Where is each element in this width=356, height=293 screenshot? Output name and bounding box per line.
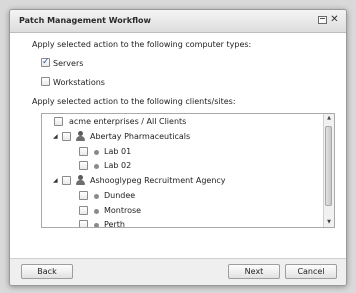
tree-item-label: Montrose (104, 206, 142, 215)
tree-item-lab-02[interactable]: Lab 02 (42, 159, 322, 173)
cancel-button[interactable]: Cancel (285, 264, 337, 279)
scroll-thumb[interactable] (325, 126, 332, 206)
site-dot-icon (94, 164, 99, 169)
tree-checkbox[interactable] (79, 161, 88, 170)
scroll-up-arrow-icon[interactable]: ▲ (324, 114, 334, 123)
computer-types-heading: Apply selected action to the following c… (32, 40, 252, 49)
clients-heading: Apply selected action to the following c… (32, 97, 236, 106)
site-dot-icon (94, 194, 99, 199)
close-icon[interactable]: ✕ (330, 15, 339, 25)
tree-item-label: Lab 02 (104, 161, 132, 170)
tree-scrollbar[interactable]: ▲ ▼ (323, 114, 334, 227)
dialog-title: Patch Management Workflow (19, 16, 151, 25)
maximize-icon[interactable] (318, 16, 327, 24)
tree-item-perth[interactable]: Perth (42, 218, 322, 228)
site-dot-icon (94, 209, 99, 214)
tree-item-dundee[interactable]: Dundee (42, 189, 322, 203)
tree-item-all-clients[interactable]: acme enterprises / All Clients (42, 115, 322, 129)
tree-item-label: acme enterprises / All Clients (69, 117, 187, 126)
tree-item-montrose[interactable]: Montrose (42, 204, 322, 218)
site-dot-icon (94, 150, 99, 155)
tree-item-abertay[interactable]: ◢ Abertay Pharmaceuticals (42, 130, 322, 144)
workstations-label[interactable]: Workstations (53, 78, 105, 87)
scroll-down-arrow-icon[interactable]: ▼ (324, 218, 334, 227)
dialog-titlebar[interactable]: Patch Management Workflow ✕ (10, 10, 346, 33)
tree-checkbox[interactable] (79, 220, 88, 227)
person-icon (76, 175, 85, 186)
patch-workflow-dialog: Patch Management Workflow ✕ Apply select… (9, 9, 347, 286)
site-dot-icon (94, 223, 99, 227)
tree-checkbox[interactable] (54, 117, 63, 126)
tree-item-label: Perth (104, 220, 125, 228)
tree-checkbox[interactable] (79, 147, 88, 156)
expand-triangle-icon[interactable]: ◢ (53, 177, 58, 184)
tree-checkbox[interactable] (62, 132, 71, 141)
servers-checkbox[interactable] (41, 57, 50, 67)
tree-item-ashooglypeg[interactable]: ◢ Ashooglypeg Recruitment Agency (42, 174, 322, 188)
expand-triangle-icon[interactable]: ◢ (53, 133, 58, 140)
person-icon (76, 131, 85, 142)
tree-checkbox[interactable] (79, 206, 88, 215)
tree-item-label: Ashooglypeg Recruitment Agency (90, 176, 226, 185)
dialog-footer: Back Next Cancel (10, 258, 346, 285)
servers-label[interactable]: Servers (53, 59, 83, 68)
tree-item-label: Dundee (104, 191, 136, 200)
tree-item-lab-01[interactable]: Lab 01 (42, 145, 322, 159)
next-button[interactable]: Next (228, 264, 280, 279)
tree-item-label: Lab 01 (104, 147, 132, 156)
tree-checkbox[interactable] (62, 176, 71, 185)
clients-sites-tree[interactable]: acme enterprises / All Clients ◢ Abertay… (41, 113, 335, 228)
tree-checkbox[interactable] (79, 191, 88, 200)
workstations-checkbox[interactable] (41, 77, 50, 86)
back-button[interactable]: Back (21, 264, 73, 279)
tree-item-label: Abertay Pharmaceuticals (90, 132, 191, 141)
